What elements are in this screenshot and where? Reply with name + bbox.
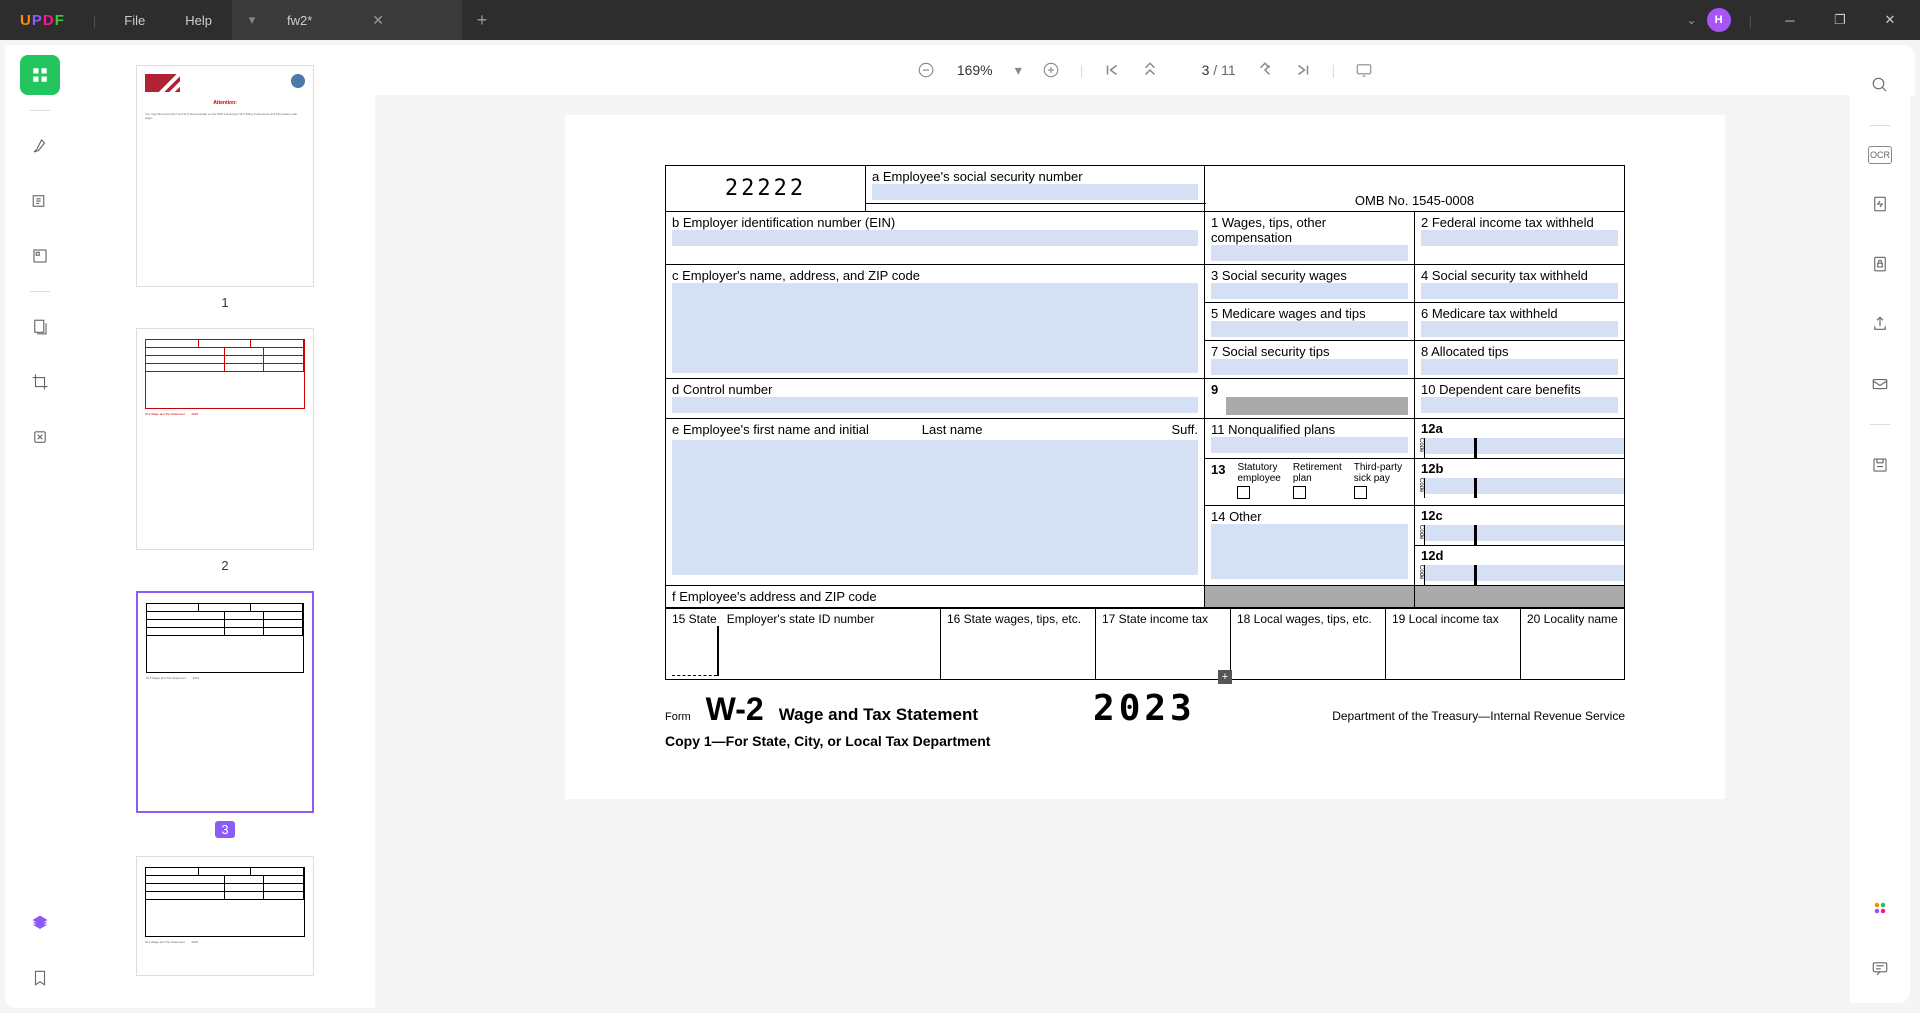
page-input[interactable] <box>1179 62 1209 78</box>
ocr-tool[interactable]: OCR <box>1868 146 1892 164</box>
left-toolbar <box>5 45 75 1008</box>
zoom-out-button[interactable] <box>917 61 935 79</box>
tab-dropdown[interactable]: ▾ <box>232 0 272 40</box>
box-3: 3 Social security wages <box>1205 265 1415 303</box>
save-tool[interactable] <box>1860 445 1900 485</box>
thumbnail-page-1[interactable]: Attention: You may file Forms W-2 and W-… <box>136 65 314 287</box>
form-year: 2023 <box>1093 688 1196 729</box>
box-17: 17 State income tax+ <box>1096 609 1231 680</box>
box-4: 4 Social security tax withheld <box>1415 265 1625 303</box>
bookmark-tool[interactable] <box>20 958 60 998</box>
document-canvas[interactable]: 22222 a Employee's social security numbe… <box>375 95 1915 1008</box>
w2-form: 22222 a Employee's social security numbe… <box>665 165 1625 608</box>
tab-active[interactable]: fw2* ✕ <box>272 0 462 40</box>
page-indicator: / 11 <box>1179 62 1235 78</box>
box-16: 16 State wages, tips, etc. <box>941 609 1096 680</box>
box-11: 11 Nonqualified plans <box>1205 419 1415 459</box>
box-c: c Employer's name, address, and ZIP code <box>666 265 1205 379</box>
highlight-tool[interactable] <box>20 126 60 166</box>
box-12b: 12bCode <box>1415 459 1625 506</box>
tab-title: fw2* <box>287 13 312 28</box>
box-12a: 12aCode <box>1415 419 1625 459</box>
tab-add-button[interactable]: + <box>462 10 502 31</box>
form-footer: Form W-2 Wage and Tax Statement 2023 Dep… <box>665 688 1625 729</box>
convert-tool[interactable] <box>1860 184 1900 224</box>
crop-tool[interactable] <box>20 362 60 402</box>
menu-help[interactable]: Help <box>165 13 232 28</box>
protect-tool[interactable] <box>1860 244 1900 284</box>
box-b: b Employer identification number (EIN) <box>666 212 1205 265</box>
thumbnails-tool[interactable] <box>20 55 60 95</box>
box-18: 18 Local wages, tips, etc. <box>1231 609 1386 680</box>
user-avatar[interactable]: H <box>1707 8 1731 32</box>
thumb-num-3: 3 <box>215 821 234 838</box>
thumbnail-page-3[interactable]: W-2 Wage and Tax Statement 2023 <box>136 591 314 813</box>
copy-line: Copy 1—For State, City, or Local Tax Dep… <box>665 733 1625 749</box>
zoom-level: 169% <box>955 62 995 78</box>
close-button[interactable]: ✕ <box>1870 5 1910 35</box>
page-content: 22222 a Employee's social security numbe… <box>565 115 1725 799</box>
document-view: 169% ▾ | / 11 | 22222 a Employee's soc <box>375 45 1915 1008</box>
titlebar: UPDF | File Help ▾ fw2* ✕ + ⌄ H | ─ ❐ ✕ <box>0 0 1920 40</box>
box-14: 14 Other <box>1205 506 1415 586</box>
menu-file[interactable]: File <box>104 13 165 28</box>
next-page-button[interactable] <box>1256 61 1274 79</box>
last-page-button[interactable] <box>1294 61 1312 79</box>
form-dept: Department of the Treasury—Internal Reve… <box>1332 709 1625 723</box>
form-tool[interactable] <box>20 236 60 276</box>
box-7: 7 Social security tips <box>1205 341 1415 379</box>
share-tool[interactable] <box>1860 304 1900 344</box>
box-20: 20 Locality name <box>1521 609 1625 680</box>
box-13: 13Statutory employeeRetirement planThird… <box>1205 459 1415 506</box>
ai-tool[interactable] <box>1860 888 1900 928</box>
prev-page-button[interactable] <box>1141 61 1159 79</box>
box-1: 1 Wages, tips, other compensation <box>1205 212 1415 265</box>
form-subtitle: Wage and Tax Statement <box>779 705 978 725</box>
app-logo: UPDF <box>0 12 85 29</box>
box-10: 10 Dependent care benefits <box>1415 379 1625 419</box>
box-15: 15 State Employer's state ID number <box>666 609 941 680</box>
zoom-dropdown[interactable]: ▾ <box>1015 62 1022 79</box>
box-12c: 12cCode <box>1415 506 1625 546</box>
stamp-tool[interactable] <box>20 417 60 457</box>
w2-state-row: 15 State Employer's state ID number 16 S… <box>665 608 1625 680</box>
box-22222: 22222 <box>666 166 866 212</box>
comment-tool[interactable] <box>1860 948 1900 988</box>
box-5: 5 Medicare wages and tips <box>1205 303 1415 341</box>
document-toolbar: 169% ▾ | / 11 | <box>375 45 1915 95</box>
email-tool[interactable] <box>1860 364 1900 404</box>
box-9: 9 <box>1205 379 1415 419</box>
box-f: f Employee's address and ZIP code <box>666 586 1205 608</box>
layers-tool[interactable] <box>20 903 60 943</box>
box-2: 2 Federal income tax withheld <box>1415 212 1625 265</box>
thumbnail-page-2[interactable]: W-2 Wage and Tax Statement 2023 <box>136 328 314 550</box>
box-19: 19 Local income tax <box>1386 609 1521 680</box>
minimize-button[interactable]: ─ <box>1770 5 1810 35</box>
thumbnail-page-4[interactable]: W-2 Wage and Tax Statement 2023 <box>136 856 314 976</box>
search-tool[interactable] <box>1860 65 1900 105</box>
box-8: 8 Allocated tips <box>1415 341 1625 379</box>
box-d: d Control number <box>666 379 1205 419</box>
box-a: a Employee's social security number <box>866 166 1205 204</box>
thumbnail-panel: Attention: You may file Forms W-2 and W-… <box>75 45 375 1008</box>
page-tool[interactable] <box>20 307 60 347</box>
box-omb: OMB No. 1545-0008 <box>1205 166 1625 212</box>
divider: | <box>93 13 96 28</box>
tab-close-icon[interactable]: ✕ <box>372 12 384 29</box>
form-name: W-2 <box>706 691 764 728</box>
maximize-button[interactable]: ❐ <box>1820 5 1860 35</box>
box-12d: 12dCode <box>1415 546 1625 586</box>
zoom-in-button[interactable] <box>1042 61 1060 79</box>
box-6: 6 Medicare tax withheld <box>1415 303 1625 341</box>
text-tool[interactable] <box>20 181 60 221</box>
right-toolbar: OCR <box>1850 50 1910 1003</box>
presentation-button[interactable] <box>1355 61 1373 79</box>
box-e: e Employee's first name and initialLast … <box>666 419 1205 586</box>
thumb-num-1: 1 <box>221 295 228 310</box>
thumb-num-2: 2 <box>221 558 228 573</box>
chevron-down-icon[interactable]: ⌄ <box>1687 13 1697 27</box>
first-page-button[interactable] <box>1103 61 1121 79</box>
